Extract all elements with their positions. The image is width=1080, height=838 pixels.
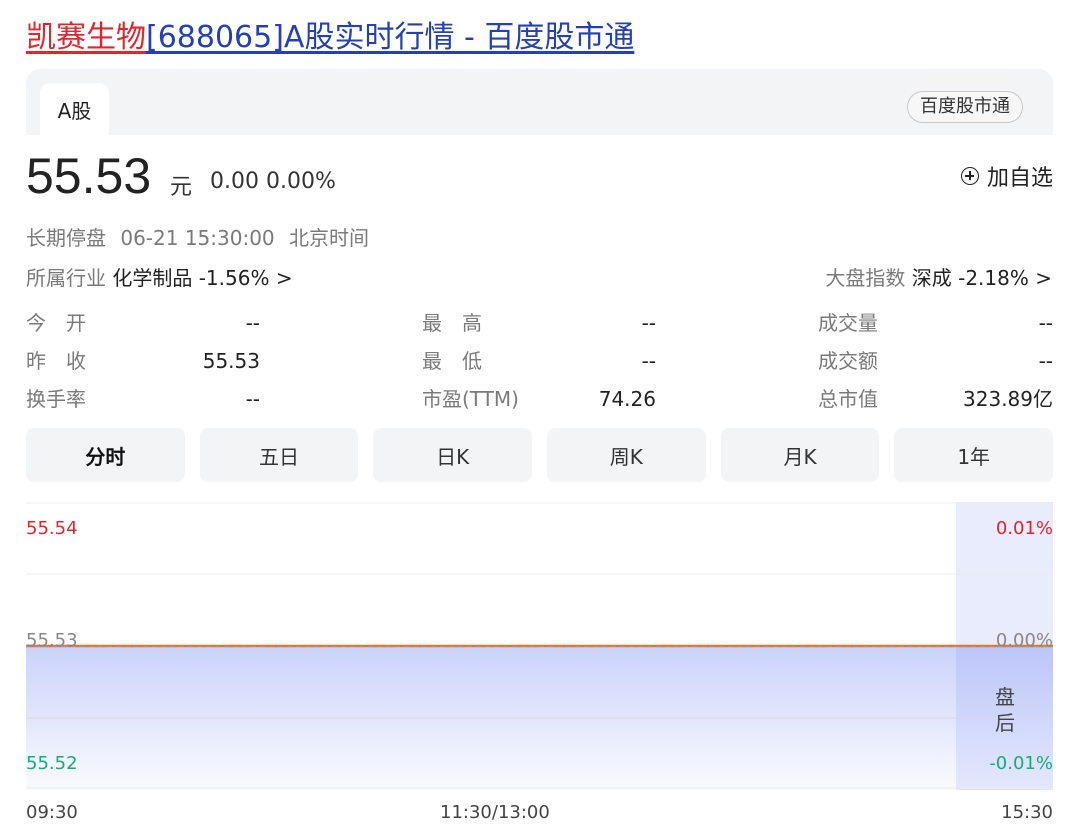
- tab-a-share[interactable]: A股: [40, 83, 109, 135]
- plus-circle-icon: [960, 167, 979, 185]
- tab-one-year[interactable]: 1年: [894, 428, 1054, 482]
- market-tab-bar: A股 百度股市通: [26, 69, 1053, 135]
- x-tick-midday: 11:30/13:00: [440, 802, 550, 823]
- stat-label-open: 今 开: [26, 311, 86, 335]
- tab-daily-k[interactable]: 日K: [373, 428, 533, 482]
- after-hours-label: 盘后: [995, 685, 1015, 735]
- y-tick-right-mid: 0.00%: [995, 630, 1053, 651]
- stat-label-turnover-rate: 换手率: [26, 387, 86, 411]
- stock-title-link[interactable]: [688065]A股实时行情 - 百度股市通: [146, 20, 634, 55]
- tab-weekly-k[interactable]: 周K: [547, 428, 706, 482]
- price-area-fill: [26, 646, 1053, 790]
- chart-area-layer: [26, 644, 1053, 790]
- stat-value-turnover-amount: --: [1038, 349, 1053, 373]
- stat-label-prev-close: 昨 收: [26, 349, 86, 373]
- source-badge[interactable]: 百度股市通: [907, 91, 1023, 123]
- current-price: 55.53: [26, 148, 152, 204]
- x-tick-close: 15:30: [1001, 802, 1053, 823]
- industry-change: -1.56%: [198, 266, 270, 290]
- status-state: 长期停盘: [26, 226, 106, 250]
- index-link[interactable]: 大盘指数 深成 -2.18% >: [825, 262, 1052, 291]
- stat-value-turnover-rate: --: [245, 387, 260, 411]
- y-tick-left-mid: 55.53: [26, 630, 78, 651]
- stat-value-market-cap: 323.89亿: [963, 387, 1053, 411]
- y-tick-right-bottom: -0.01%: [989, 753, 1053, 774]
- y-tick-left-bottom: 55.52: [26, 753, 78, 774]
- stat-label-market-cap: 总市值: [818, 387, 878, 411]
- stat-value-low: --: [641, 349, 656, 373]
- trading-status: 长期停盘 06-21 15:30:00 北京时间: [26, 222, 377, 251]
- chevron-right-icon: >: [1035, 266, 1052, 290]
- stat-label-high: 最 高: [422, 311, 482, 335]
- stat-label-volume: 成交量: [818, 311, 878, 335]
- stat-value-high: --: [641, 311, 656, 335]
- y-tick-right-top: 0.01%: [995, 518, 1053, 539]
- tab-intraday[interactable]: 分时: [26, 428, 185, 482]
- stat-value-volume: --: [1038, 311, 1053, 335]
- add-watchlist-button[interactable]: 加自选: [960, 160, 1053, 192]
- status-datetime: 06-21 15:30:00: [120, 226, 275, 250]
- y-tick-left-top: 55.54: [26, 518, 78, 539]
- intraday-chart[interactable]: [26, 502, 1053, 790]
- period-tabs: 分时 五日 日K 周K 月K 1年: [26, 428, 1054, 482]
- price-unit: 元: [170, 175, 193, 200]
- add-watchlist-label: 加自选: [986, 166, 1053, 191]
- stat-value-open: --: [245, 311, 260, 335]
- industry-label: 所属行业: [26, 266, 106, 290]
- index-label: 大盘指数: [825, 266, 906, 290]
- index-change: -2.18%: [958, 266, 1029, 290]
- tab-five-day[interactable]: 五日: [199, 428, 359, 482]
- index-name: 深成: [911, 266, 952, 290]
- stat-label-turnover-amount: 成交额: [818, 349, 878, 373]
- industry-name: 化学制品: [112, 266, 193, 290]
- industry-link[interactable]: 所属行业 化学制品 -1.56% >: [26, 262, 293, 291]
- x-tick-open: 09:30: [26, 802, 78, 823]
- stat-value-pe-ttm: 74.26: [598, 387, 656, 411]
- status-timezone: 北京时间: [289, 226, 370, 250]
- price-change: 0.00 0.00%: [210, 169, 336, 194]
- stat-label-pe-ttm: 市盈(TTM): [422, 387, 519, 411]
- page-title[interactable]: 凯赛生物[688065]A股实时行情 - 百度股市通: [26, 18, 634, 58]
- stock-name-link[interactable]: 凯赛生物: [26, 20, 146, 55]
- tab-monthly-k[interactable]: 月K: [720, 428, 880, 482]
- stat-value-prev-close: 55.53: [202, 349, 260, 373]
- stat-label-low: 最 低: [422, 349, 482, 373]
- chevron-right-icon: >: [275, 266, 293, 290]
